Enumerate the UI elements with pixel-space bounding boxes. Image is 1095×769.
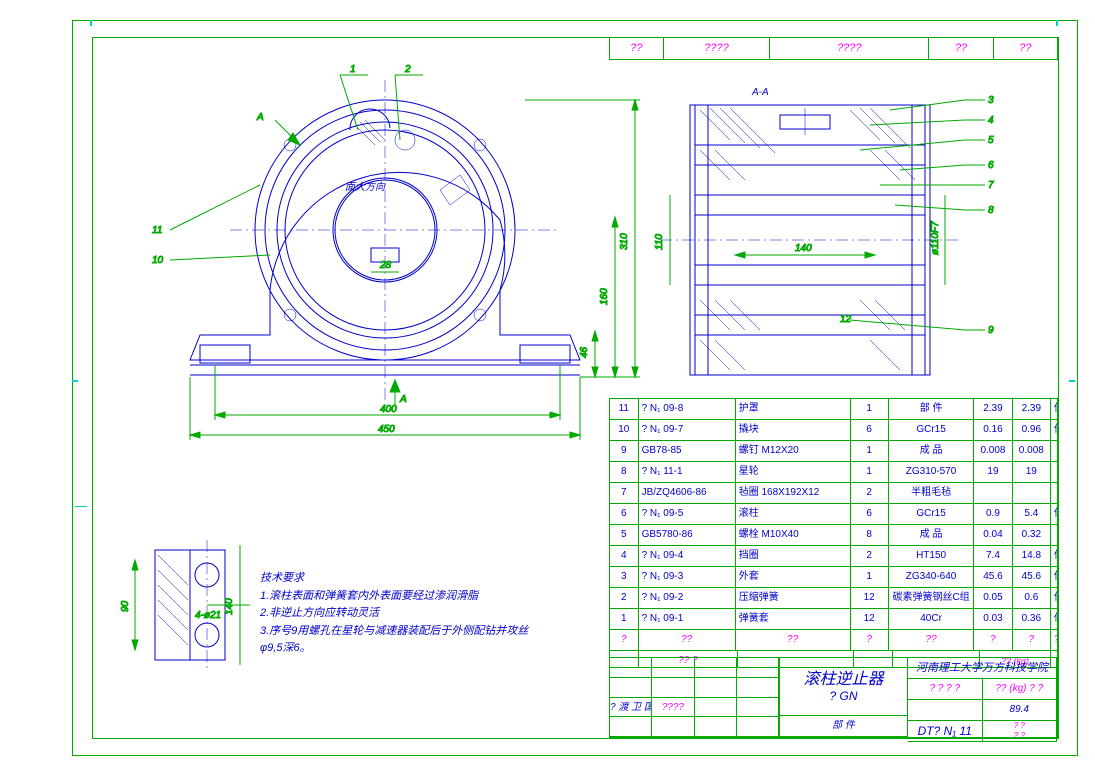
bom-header: ? ?? ?? ? ?? ? ? ??: [610, 630, 1058, 651]
table-row: 2? N₁ 09-2压缩弹簧12碳素弹簧钢丝C组0.050.6借用: [610, 588, 1058, 609]
section-label: A-A: [751, 87, 769, 98]
drawing-number: DT? N₁ 11: [908, 721, 983, 742]
detail-view: 90 140 4-ø21: [120, 540, 250, 670]
callout-2: 2: [404, 64, 411, 75]
drawing-canvas: ?? ???? ???? ?? ??: [0, 0, 1095, 769]
callout-5: 5: [988, 135, 994, 146]
tech-notes: 技术要求 1.滚柱表面和弹簧套内外表面要经过渗润滑脂 2.非逆止方向应转动灵活 …: [260, 570, 550, 658]
dim-28: 28: [379, 260, 392, 271]
organization: 河南理工大学万方科技学院: [908, 658, 1057, 679]
callout-9: 9: [988, 325, 994, 336]
callout-6: 6: [988, 160, 994, 171]
table-row: 5GB5780-86螺栓 M10X408成 品0.040.32: [610, 525, 1058, 546]
title-block-left: ? 渡 卫 国????: [610, 658, 780, 738]
callout-4: 4: [988, 115, 994, 126]
callout-10: 10: [152, 255, 164, 266]
section-arrow-a-bottom: A: [399, 394, 407, 405]
dim-sec-110: 110: [654, 234, 665, 250]
table-row: 8? N₁ 11-1星轮1ZG310-5701919: [610, 462, 1058, 483]
title-block-center: 滚柱逆止器 ? GN 部 件: [780, 658, 908, 738]
dim-160: 160: [599, 288, 610, 305]
section-arrow-a-top: A: [256, 112, 264, 123]
table-row: 9GB78-85螺钉 M12X201成 品0.0080.008: [610, 441, 1058, 462]
table-row: 1? N₁ 09-1弹簧套1240Cr0.030.36借用: [610, 609, 1058, 630]
table-row: 11? N₁ 09-8护罩1部 件2.392.39借用: [610, 399, 1058, 420]
dim-46: 46: [579, 346, 590, 358]
callout-3: 3: [988, 95, 994, 106]
dim-det-hole: 4-ø21: [195, 610, 221, 621]
table-row: 7JB/ZQ4606-86毡圈 168X192X122半粗毛毡: [610, 483, 1058, 504]
callout-7: 7: [988, 180, 994, 191]
dim-400: 400: [380, 404, 397, 415]
drawing-title: 滚柱逆止器 ? GN: [780, 658, 907, 716]
title-block: ? 渡 卫 国???? 滚柱逆止器 ? GN 部 件 河南理工大学万方科技学院 …: [609, 657, 1058, 738]
table-row: 3? N₁ 09-3外套1ZG340-64045.645.6借用: [610, 567, 1058, 588]
table-row: 10? N₁ 09-7撬块6GCr150.160.96借用: [610, 420, 1058, 441]
dim-sec-12: 12: [840, 314, 852, 325]
callout-1: 1: [350, 64, 356, 75]
table-row: 6? N₁ 09-5滚柱6GCr150.95.4借用: [610, 504, 1058, 525]
section-view: A-A: [654, 87, 994, 375]
dim-det-140: 140: [224, 598, 235, 615]
notes-title: 技术要求: [260, 570, 550, 588]
dim-sec-shaft: ø110F7: [930, 221, 941, 255]
dim-310: 310: [619, 233, 630, 250]
dim-450: 450: [378, 424, 395, 435]
callout-11: 11: [152, 225, 162, 236]
title-block-right: 河南理工大学万方科技学院 ? ? ? ? ?? (kg) ? ? 89.4 DT…: [908, 658, 1058, 738]
dim-sec-140: 140: [795, 243, 812, 254]
note-line: 3.序号9用螺孔在星轮与减速器装配后于外侧配钻并攻丝φ9,5深6。: [260, 623, 550, 658]
dim-det-90: 90: [120, 600, 131, 612]
inner-label: 面大方向: [345, 181, 386, 193]
parts-list: 11? N₁ 09-8护罩1部 件2.392.39借用10? N₁ 09-7撬块…: [609, 398, 1058, 668]
note-line: 1.滚柱表面和弹簧套内外表面要经过渗润滑脂: [260, 588, 550, 606]
callout-8: 8: [988, 205, 994, 216]
drawing-subtitle: 部 件: [780, 716, 907, 737]
front-view: A A 400 450: [152, 64, 640, 440]
table-row: 4? N₁ 09-4挡圈2HT1507.414.8借用: [610, 546, 1058, 567]
note-line: 2.非逆止方向应转动灵活: [260, 605, 550, 623]
